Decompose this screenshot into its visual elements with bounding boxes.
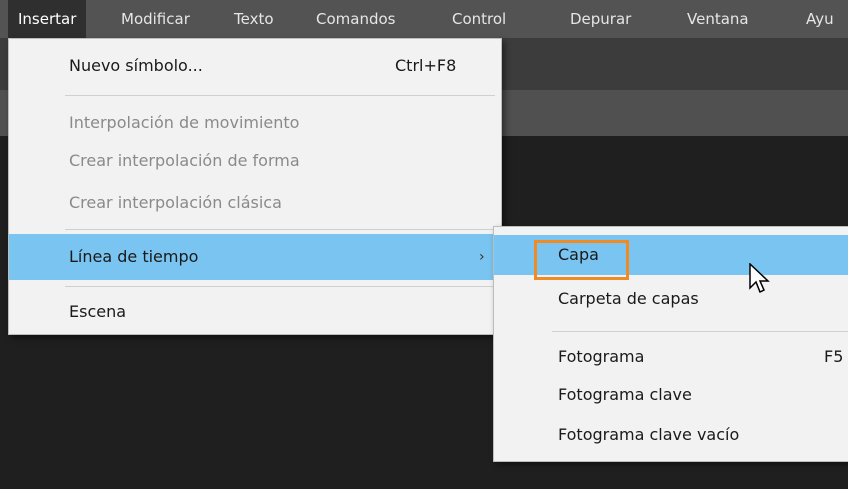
menu-item-label: Línea de tiempo: [69, 247, 199, 266]
menu-texto[interactable]: Texto: [234, 0, 274, 38]
highlight-outline: [534, 240, 629, 280]
menu-item-label: Carpeta de capas: [558, 289, 699, 308]
menu-item-escena[interactable]: Escena: [9, 296, 501, 328]
menu-item-label: Fotograma clave: [558, 385, 692, 404]
menu-item-label: Crear interpolación de forma: [69, 151, 300, 170]
menu-item-interpolacion-clasica: Crear interpolación clásica: [9, 187, 501, 219]
insertar-dropdown-menu: Nuevo símbolo... Ctrl+F8 Interpolación d…: [8, 38, 502, 335]
menu-item-label: Fotograma clave vacío: [558, 425, 740, 444]
shortcut-label: Ctrl+F8: [395, 56, 457, 75]
submenu-item-capa[interactable]: Capa: [494, 235, 848, 294]
menu-item-linea-de-tiempo[interactable]: Línea de tiempo ›: [9, 234, 501, 280]
menu-comandos[interactable]: Comandos: [316, 0, 395, 38]
menu-control[interactable]: Control: [452, 0, 506, 38]
menu-item-label: Escena: [69, 302, 127, 321]
menu-ayuda[interactable]: Ayu: [806, 0, 834, 38]
menu-item-label: Fotograma: [558, 347, 645, 366]
menu-item-nuevo-simbolo[interactable]: Nuevo símbolo... Ctrl+F8: [9, 51, 501, 81]
menu-modificar[interactable]: Modificar: [121, 0, 190, 38]
menu-ventana[interactable]: Ventana: [687, 0, 749, 38]
menu-insertar[interactable]: Insertar: [8, 0, 87, 38]
menu-item-label: Nuevo símbolo...: [69, 56, 203, 75]
menu-separator: [65, 286, 495, 287]
menu-separator: [65, 229, 495, 230]
menu-separator: [552, 331, 848, 332]
menu-item-label: Crear interpolación clásica: [69, 193, 282, 212]
menubar: Insertar Modificar Texto Comandos Contro…: [0, 0, 848, 39]
menu-item-interpolacion-movimiento: Interpolación de movimiento: [9, 107, 501, 139]
submenu-item-fotograma[interactable]: Fotograma F5: [494, 339, 848, 375]
linea-de-tiempo-submenu: Capa Carpeta de capas Fotograma F5 Fotog…: [493, 226, 848, 462]
submenu-item-fotograma-clave[interactable]: Fotograma clave: [494, 377, 848, 413]
submenu-item-fotograma-clave-vacio[interactable]: Fotograma clave vacío: [494, 417, 848, 453]
chevron-right-icon: ›: [479, 249, 485, 265]
shortcut-label: F5: [824, 347, 844, 366]
submenu-item-carpeta-de-capas[interactable]: Carpeta de capas: [494, 281, 848, 317]
menu-depurar[interactable]: Depurar: [570, 0, 631, 38]
menu-item-label: Interpolación de movimiento: [69, 113, 300, 132]
menu-separator: [65, 95, 495, 96]
menu-item-interpolacion-forma: Crear interpolación de forma: [9, 145, 501, 177]
